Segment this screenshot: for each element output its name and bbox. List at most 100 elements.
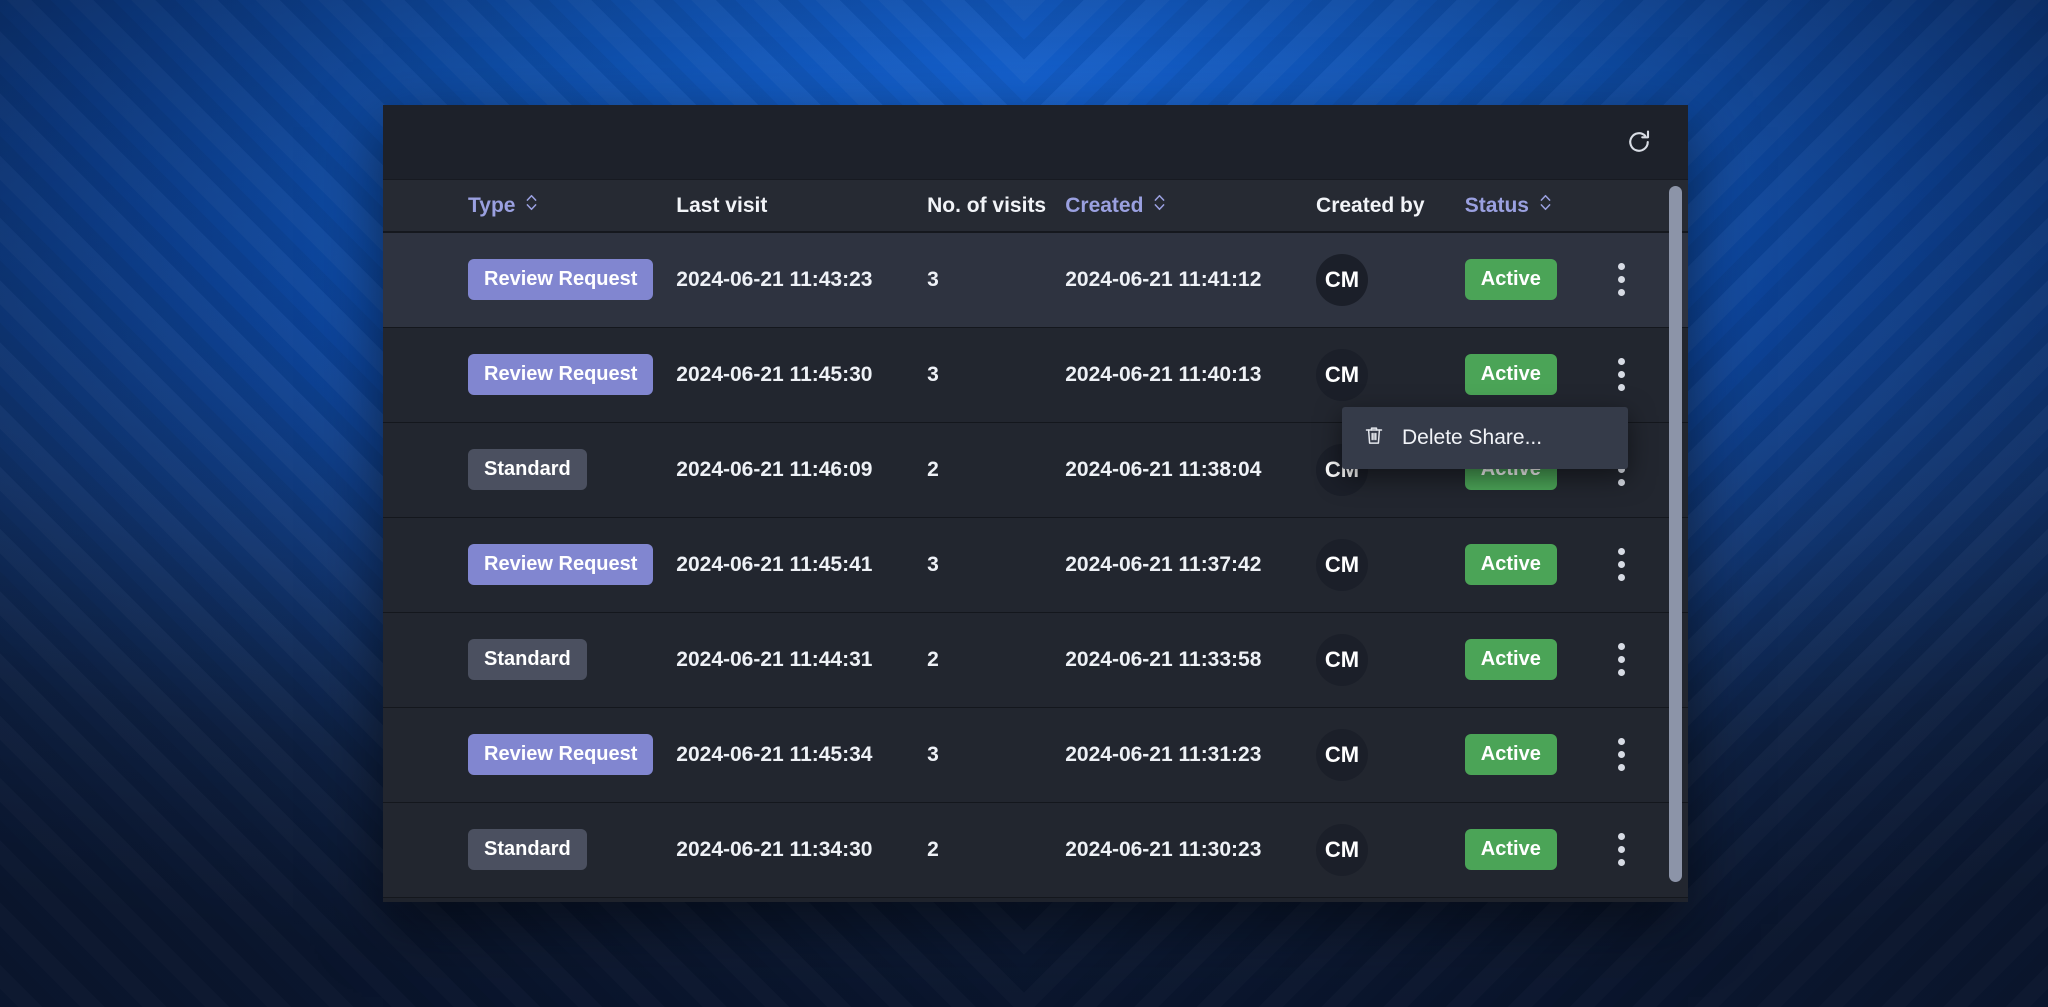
- cell-type: Standard: [468, 422, 676, 517]
- cell-type: Review Request: [468, 327, 676, 422]
- status-badge: Active: [1464, 544, 1557, 585]
- column-header-created-by-label: Created by: [1316, 193, 1425, 217]
- kebab-dot: [1618, 643, 1626, 650]
- menu-item-delete-share[interactable]: Delete Share...: [1342, 413, 1628, 463]
- row-spacer: [383, 517, 468, 612]
- table-row[interactable]: Standard 2024-06-21 11:34:30 2 2024-06-21 1…: [383, 802, 1688, 897]
- cell-last-visit: 2024-06-21 11:46:09: [676, 457, 873, 481]
- avatar: CM: [1316, 538, 1369, 591]
- table-row[interactable]: Review Request 2024-06-21 11:43:23 3 2024-0…: [383, 232, 1688, 327]
- cell-created: 2024-06-21 11:30:23: [1065, 837, 1262, 861]
- cell-created-by: CM: [1316, 707, 1465, 802]
- type-badge: Review Request: [468, 354, 654, 395]
- column-header-last-visit-label: Last visit: [676, 193, 768, 217]
- column-header-last-visit[interactable]: Last visit: [676, 180, 928, 233]
- cell-created: 2024-06-21 11:31:23: [1065, 742, 1262, 766]
- column-header-status[interactable]: Status: [1464, 180, 1603, 233]
- header-spacer: [383, 180, 469, 233]
- avatar: CM: [1316, 823, 1369, 876]
- refresh-button[interactable]: [1618, 121, 1660, 163]
- row-actions-menu-button[interactable]: [1603, 257, 1641, 303]
- menu-item-delete-share-label: Delete Share...: [1402, 426, 1543, 449]
- status-badge: Active: [1464, 639, 1557, 680]
- cell-created-by: CM: [1316, 517, 1465, 612]
- cell-last-visit: 2024-06-21 11:44:31: [676, 647, 873, 671]
- cell-last-visit: 2024-06-21 11:34:30: [676, 837, 873, 861]
- kebab-dot: [1618, 479, 1626, 486]
- cell-type: Standard: [468, 612, 676, 707]
- type-badge: Review Request: [468, 734, 654, 775]
- cell-num-visits: 2: [927, 647, 939, 671]
- refresh-icon: [1624, 127, 1654, 157]
- shares-table: Type Last visit No. of visits Created Cr…: [383, 180, 1688, 898]
- cell-status: Active: [1464, 232, 1603, 327]
- table-scrollbar-thumb[interactable]: [1669, 186, 1682, 882]
- cell-created-by: CM: [1316, 802, 1465, 897]
- table-header-row: Type Last visit No. of visits Created Cr…: [383, 180, 1688, 233]
- row-actions-menu-button[interactable]: [1603, 542, 1641, 588]
- row-spacer: [383, 802, 468, 897]
- row-spacer: [383, 232, 468, 327]
- status-badge: Active: [1464, 829, 1557, 870]
- table-row[interactable]: Standard 2024-06-21 11:44:31 2 2024-06-21 1…: [383, 612, 1688, 707]
- kebab-dot: [1618, 833, 1626, 840]
- table-row[interactable]: Review Request 2024-06-21 11:45:41 3 2024-0…: [383, 517, 1688, 612]
- kebab-dot: [1618, 371, 1626, 378]
- cell-last-visit: 2024-06-21 11:43:23: [676, 267, 873, 291]
- row-spacer: [383, 707, 468, 802]
- type-badge: Standard: [468, 639, 587, 680]
- status-badge: Active: [1464, 354, 1557, 395]
- cell-created-by: CM: [1316, 612, 1465, 707]
- type-badge: Standard: [468, 829, 587, 870]
- cell-type: Standard: [468, 802, 676, 897]
- cell-created: 2024-06-21 11:40:13: [1065, 362, 1262, 386]
- row-actions-menu-button[interactable]: [1603, 732, 1641, 778]
- kebab-dot: [1618, 846, 1626, 853]
- status-badge: Active: [1464, 734, 1557, 775]
- cell-created: 2024-06-21 11:33:58: [1065, 647, 1262, 671]
- column-header-num-visits-label: No. of visits: [927, 193, 1047, 217]
- shares-table-region: Type Last visit No. of visits Created Cr…: [383, 180, 1688, 902]
- kebab-dot: [1618, 548, 1626, 555]
- kebab-dot: [1618, 738, 1626, 745]
- table-body: Review Request 2024-06-21 11:43:23 3 2024-0…: [383, 232, 1688, 897]
- table-row[interactable]: Review Request 2024-06-21 11:45:34 3 2024-0…: [383, 707, 1688, 802]
- row-actions-menu-button[interactable]: [1603, 352, 1641, 398]
- column-header-num-visits[interactable]: No. of visits: [927, 180, 1066, 233]
- sort-icon-type: [524, 193, 539, 218]
- status-badge: Active: [1464, 259, 1557, 301]
- cell-num-visits: 3: [927, 267, 939, 291]
- table-scrollbar[interactable]: [1669, 186, 1682, 896]
- cell-created: 2024-06-21 11:38:04: [1065, 457, 1262, 481]
- sort-icon-created: [1152, 193, 1167, 218]
- cell-status: Active: [1464, 802, 1603, 897]
- avatar: CM: [1316, 253, 1369, 306]
- kebab-dot: [1618, 656, 1626, 663]
- cell-created: 2024-06-21 11:37:42: [1065, 552, 1262, 576]
- column-header-type[interactable]: Type: [468, 180, 677, 233]
- column-header-created[interactable]: Created: [1065, 180, 1317, 233]
- table-header: Type Last visit No. of visits Created Cr…: [383, 180, 1688, 233]
- kebab-dot: [1618, 384, 1626, 391]
- row-actions-menu-button[interactable]: [1603, 827, 1641, 873]
- trash-icon: [1362, 423, 1386, 453]
- column-header-created-by[interactable]: Created by: [1316, 180, 1465, 233]
- cell-num-visits: 3: [927, 362, 939, 386]
- avatar: CM: [1316, 633, 1369, 686]
- column-header-created-label: Created: [1065, 193, 1144, 217]
- kebab-dot: [1618, 276, 1626, 284]
- cell-status: Active: [1464, 707, 1603, 802]
- cell-last-visit: 2024-06-21 11:45:41: [676, 552, 873, 576]
- cell-last-visit: 2024-06-21 11:45:30: [676, 362, 873, 386]
- avatar: CM: [1316, 348, 1369, 401]
- row-actions-menu-button[interactable]: [1603, 637, 1641, 683]
- cell-status: Active: [1464, 517, 1603, 612]
- kebab-dot: [1618, 574, 1626, 581]
- type-badge: Review Request: [468, 259, 654, 301]
- cell-created-by: CM: [1316, 232, 1465, 327]
- kebab-dot: [1618, 859, 1626, 866]
- row-spacer: [383, 612, 468, 707]
- cell-type: Review Request: [468, 232, 676, 327]
- row-spacer: [383, 327, 468, 422]
- cell-last-visit: 2024-06-21 11:45:34: [676, 742, 873, 766]
